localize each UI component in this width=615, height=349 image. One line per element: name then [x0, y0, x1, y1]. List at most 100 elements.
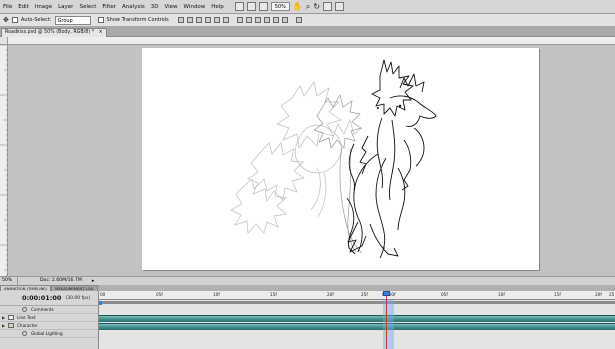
layer-row-line-text[interactable]: ▶ Line Text — [0, 314, 98, 322]
ruler-label: 05f — [156, 292, 163, 297]
status-menu-arrow-icon[interactable]: ▸ — [92, 278, 95, 284]
align-bottom-icon[interactable] — [195, 17, 202, 23]
menu-filter[interactable]: Filter — [99, 0, 119, 14]
expand-triangle-icon[interactable]: ▶ — [0, 323, 6, 328]
document-tab[interactable]: Roadkiss.psd @ 50% (Body, RGB/8) * × — [1, 28, 107, 37]
status-zoom[interactable]: 50% — [0, 277, 18, 285]
menu-bar: File Edit Image Layer Select Filter Anal… — [0, 0, 615, 14]
ruler-label: 00 — [100, 292, 106, 297]
ruler-origin[interactable] — [0, 37, 8, 45]
mini-bridge-icon[interactable] — [246, 2, 256, 11]
timeline-ruler[interactable]: 00 05f 10f 15f 20f 25f 01:00f 05f 10f 15… — [99, 291, 615, 300]
layer-name: Character — [17, 323, 38, 328]
zoom-level-select[interactable]: 50% — [270, 2, 290, 11]
menu-image[interactable]: Image — [32, 0, 55, 14]
menu-view[interactable]: View — [161, 0, 180, 14]
ink-details — [377, 104, 402, 249]
ruler-label: 25 — [609, 292, 615, 297]
status-bar: 50% Doc: 2.60M/16.7M ▸ — [0, 276, 615, 285]
options-bar: ✥ Auto-Select: Group Show Transform Cont… — [0, 14, 615, 27]
auto-select-checkbox[interactable] — [11, 17, 18, 23]
hand-tool-icon[interactable]: ✋ — [293, 0, 303, 14]
ruler-label: 15f — [554, 292, 561, 297]
current-timecode[interactable]: 0:00:01:00 — [22, 294, 61, 302]
ruler-label: 20f — [595, 292, 602, 297]
layer-list: 0:00:01:00 (30.00 fps) Comments ▶ Line T… — [0, 291, 99, 349]
arrange-documents-icon[interactable] — [323, 2, 333, 11]
ruler-label: 15f — [270, 292, 277, 297]
menu-3d[interactable]: 3D — [148, 0, 162, 14]
screen-mode-icon[interactable] — [335, 2, 345, 11]
distribute-hcenter-icon[interactable] — [272, 17, 279, 23]
document-tab-bar: Roadkiss.psd @ 50% (Body, RGB/8) * × — [0, 27, 615, 37]
status-doc-size: Doc: 2.60M/16.7M — [40, 278, 82, 283]
ruler-label: 20f — [327, 292, 334, 297]
track-line-text[interactable] — [99, 315, 615, 322]
animation-body: 0:00:01:00 (30.00 fps) Comments ▶ Line T… — [0, 291, 615, 349]
document-tab-title: Roadkiss.psd @ 50% (Body, RGB/8) * — [5, 30, 95, 35]
move-tool-icon[interactable]: ✥ — [3, 14, 9, 27]
view-extras-icon[interactable] — [258, 2, 268, 11]
distribute-top-icon[interactable] — [236, 17, 243, 23]
work-area-bar[interactable] — [99, 301, 615, 304]
vertical-ruler-ticks — [0, 44, 8, 276]
menu-edit[interactable]: Edit — [15, 0, 32, 14]
align-vcenter-icon[interactable] — [186, 17, 193, 23]
track-character[interactable] — [99, 323, 615, 330]
animation-panel: ANIMATION (TIMELINE) MEASUREMENT LOG 0:0… — [0, 285, 615, 349]
main-character-lines — [346, 59, 437, 259]
ruler-label: 10f — [213, 292, 220, 297]
menu-file[interactable]: File — [0, 0, 15, 14]
playhead-line — [386, 291, 387, 349]
align-top-icon[interactable] — [177, 17, 184, 23]
ruler-label: 05f — [441, 292, 448, 297]
align-left-icon[interactable] — [204, 17, 211, 23]
align-hcenter-icon[interactable] — [213, 17, 220, 23]
menu-select[interactable]: Select — [76, 0, 99, 14]
horizontal-ruler — [7, 37, 615, 52]
distribute-vcenter-icon[interactable] — [245, 17, 252, 23]
auto-select-label: Auto-Select: — [20, 17, 52, 23]
document-canvas[interactable] — [142, 48, 539, 270]
menu-window[interactable]: Window — [181, 0, 209, 14]
ruler-label: 25f — [361, 292, 368, 297]
timeline-area[interactable]: 00 05f 10f 15f 20f 25f 01:00f 05f 10f 15… — [99, 291, 615, 349]
show-transform-label: Show Transform Controls — [106, 17, 169, 23]
layer-name: Global Lighting — [31, 331, 63, 336]
frame-rate: (30.00 fps) — [65, 295, 91, 301]
current-frame-highlight — [383, 300, 394, 349]
canvas-workspace[interactable] — [8, 45, 615, 276]
bridge-icon[interactable] — [234, 2, 244, 11]
close-tab-icon[interactable]: × — [99, 30, 103, 35]
zoom-tool-icon[interactable]: ⌕ — [306, 0, 310, 14]
folder-icon — [8, 323, 14, 328]
layer-name: Line Text — [17, 315, 36, 320]
rotate-view-icon[interactable]: ↻ — [313, 0, 320, 14]
align-right-icon[interactable] — [222, 17, 229, 23]
current-time-row: 0:00:01:00 (30.00 fps) — [0, 291, 98, 306]
distribute-left-icon[interactable] — [263, 17, 270, 23]
ruler-label: 10f — [498, 292, 505, 297]
distribute-bottom-icon[interactable] — [254, 17, 261, 23]
layer-thumbnail-icon — [8, 315, 14, 320]
work-area-start-handle[interactable] — [99, 301, 102, 305]
layer-row-comments[interactable]: Comments — [0, 306, 98, 314]
stopwatch-icon[interactable] — [22, 331, 27, 336]
menu-toolbar: 50% ✋ ⌕ ↻ — [234, 0, 345, 14]
auto-select-dropdown[interactable]: Group — [54, 15, 91, 25]
menu-analysis[interactable]: Analysis — [119, 0, 148, 14]
show-transform-checkbox[interactable] — [97, 17, 104, 23]
playhead-handle[interactable] — [383, 291, 390, 296]
layer-row-global-lighting[interactable]: Global Lighting — [0, 330, 98, 338]
photoshop-window: File Edit Image Layer Select Filter Anal… — [0, 0, 615, 349]
distribute-right-icon[interactable] — [281, 17, 288, 23]
layer-row-character[interactable]: ▶ Character — [0, 322, 98, 330]
expand-triangle-icon[interactable]: ▶ — [0, 315, 6, 320]
menu-layer[interactable]: Layer — [55, 0, 76, 14]
character-sketch — [230, 59, 437, 259]
auto-align-icon[interactable] — [295, 17, 302, 23]
menu-help[interactable]: Help — [208, 0, 227, 14]
layer-name: Comments — [31, 307, 54, 312]
vertical-ruler — [0, 44, 8, 276]
stopwatch-icon[interactable] — [22, 307, 27, 312]
